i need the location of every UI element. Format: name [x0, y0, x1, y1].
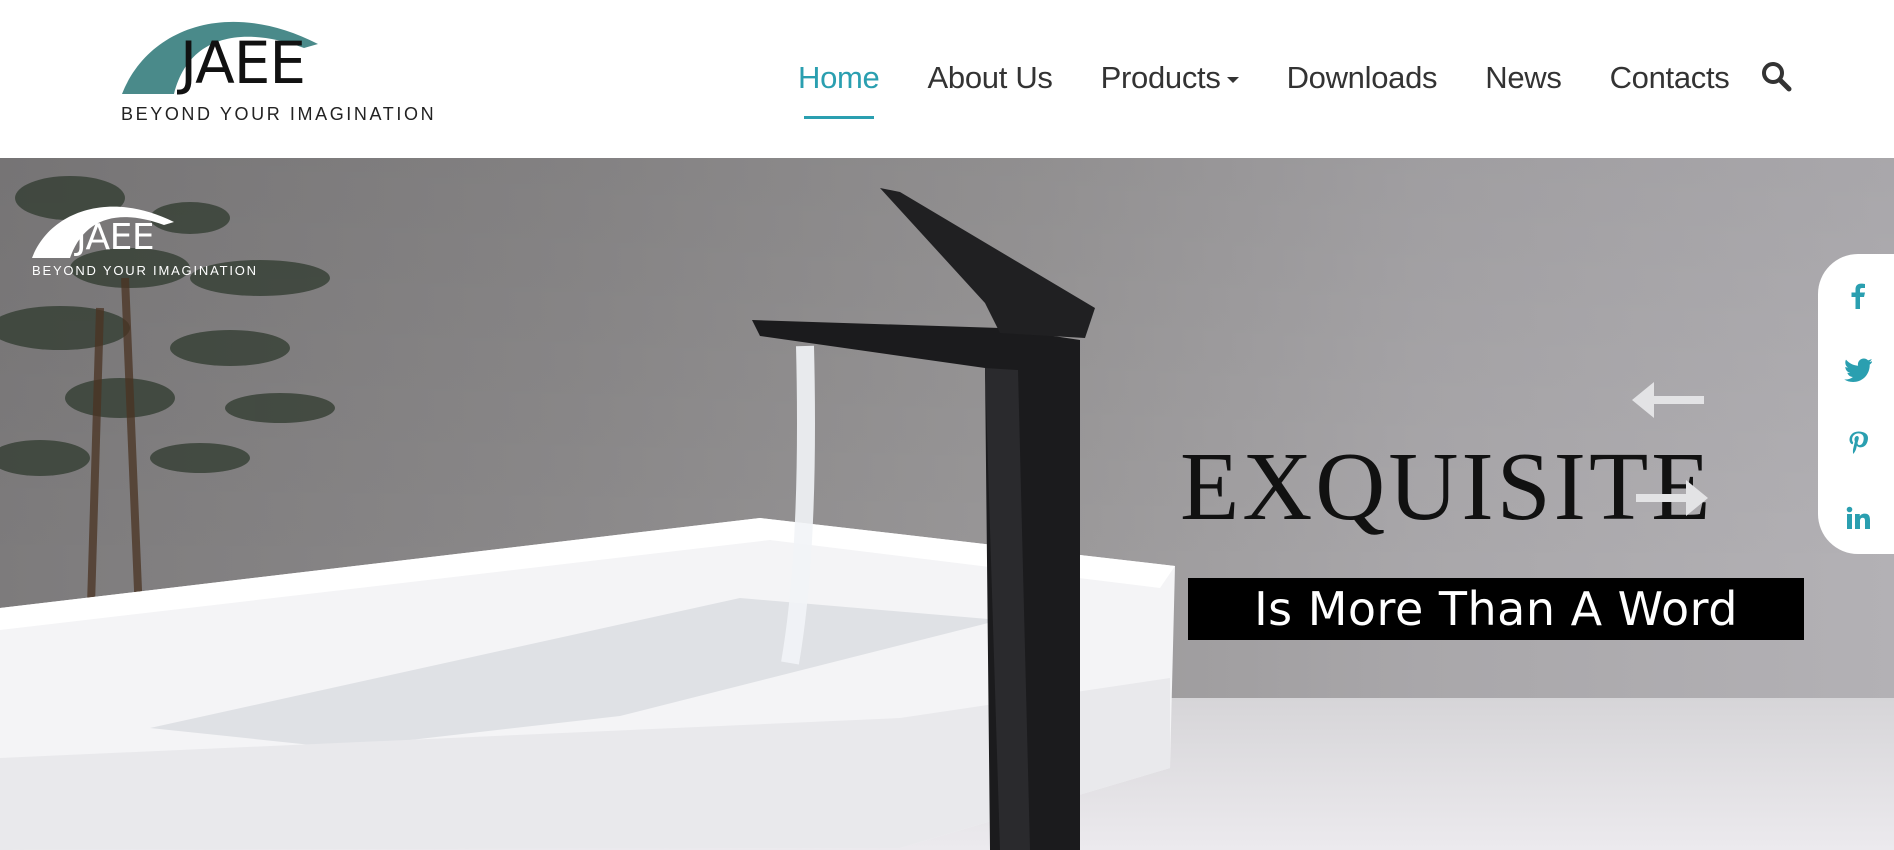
caret-down-icon [1226, 76, 1239, 83]
arrow-left-icon[interactable] [1632, 380, 1708, 420]
nav-item-home[interactable]: Home [798, 60, 880, 119]
site-logo[interactable]: JAEE BEYOND YOUR IMAGINATION [118, 8, 438, 128]
nav-item-downloads[interactable]: Downloads [1287, 60, 1438, 96]
hero-slider: JAEE BEYOND YOUR IMAGINATION EXQUISITE I… [0, 158, 1894, 850]
social-share-bar [1818, 254, 1894, 554]
pinterest-icon[interactable] [1842, 428, 1874, 460]
main-nav: Home About Us Products Downloads News Co… [798, 56, 1778, 119]
hero-subheadline-banner: Is More Than A Word [1188, 578, 1804, 640]
nav-item-contacts[interactable]: Contacts [1610, 60, 1730, 96]
facebook-icon[interactable] [1842, 280, 1874, 312]
nav-item-about-us[interactable]: About Us [928, 60, 1053, 96]
nav-item-news[interactable]: News [1485, 60, 1562, 96]
arrow-right-icon[interactable] [1632, 478, 1708, 518]
hero-overlay-logo: JAEE BEYOND YOUR IMAGINATION [30, 196, 260, 286]
linkedin-icon[interactable] [1842, 502, 1874, 534]
site-header: JAEE BEYOND YOUR IMAGINATION Home About … [0, 0, 1894, 158]
search-icon[interactable] [1760, 60, 1792, 92]
logo-tagline: BEYOND YOUR IMAGINATION [121, 104, 437, 124]
hero-logo-tagline: BEYOND YOUR IMAGINATION [32, 263, 258, 278]
nav-item-products[interactable]: Products [1101, 60, 1239, 96]
hero-logo-wordmark: JAEE [76, 217, 155, 258]
hero-subheadline: Is More Than A Word [1254, 582, 1738, 636]
nav-item-products-label: Products [1100, 60, 1221, 95]
logo-wordmark: JAEE [180, 29, 306, 97]
twitter-icon[interactable] [1842, 354, 1874, 386]
